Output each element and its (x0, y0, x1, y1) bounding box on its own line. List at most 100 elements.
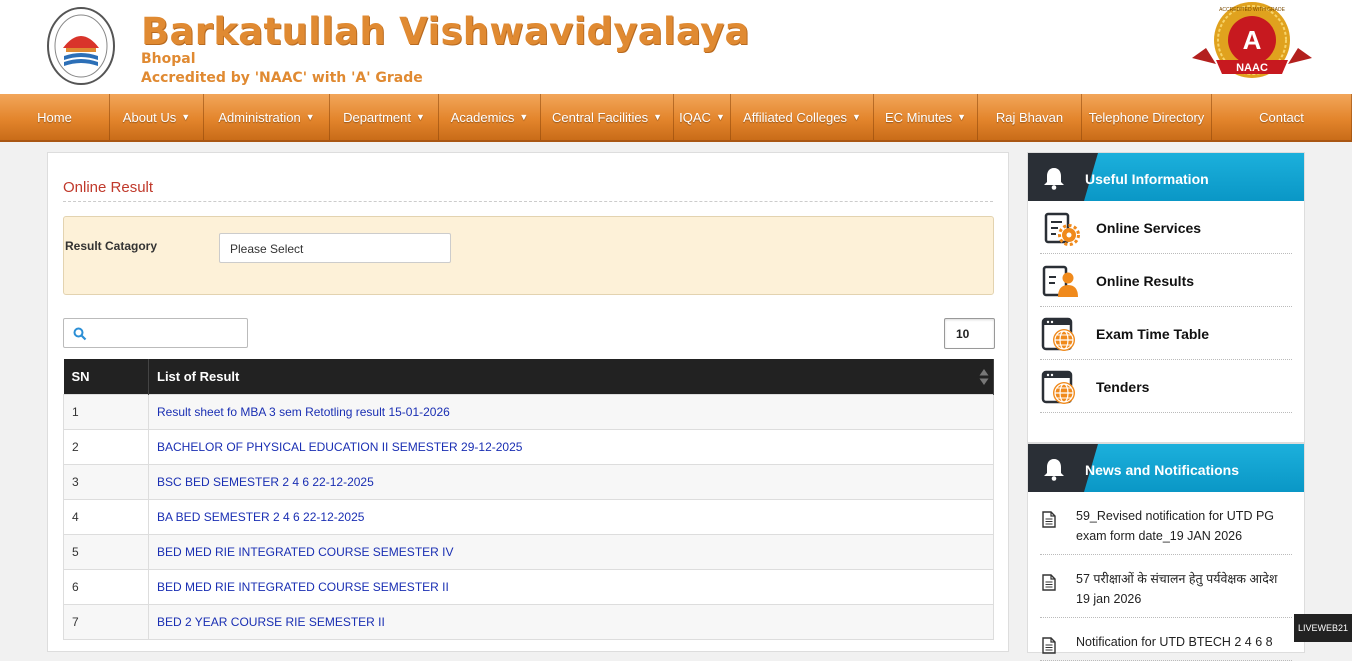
page-title: Online Result (63, 179, 154, 196)
accreditation-text: Accredited by 'NAAC' with 'A' Grade (141, 70, 423, 86)
table-row: 1 Result sheet fo MBA 3 sem Retotling res… (63, 393, 994, 430)
table-header-row: SN List of Result (63, 359, 994, 394)
bell-icon (1044, 168, 1064, 190)
liveweb-badge: LIVEWEB21 (1294, 614, 1352, 642)
online-result-panel: Online Result Result Catagory Please Sel… (47, 152, 1009, 652)
news-item[interactable]: 57 परीक्षाओं के संचालन हेतु पर्यवेक्षक आ… (1040, 555, 1292, 618)
chevron-down-icon: ▼ (519, 112, 529, 122)
news-list: 59_Revised notification for UTD PG exam … (1028, 492, 1304, 661)
result-link[interactable]: BED MED RIE INTEGRATED COURSE SEMESTER I… (157, 580, 449, 594)
result-link[interactable]: BSC BED SEMESTER 2 4 6 22-12-2025 (157, 475, 374, 489)
search-input[interactable] (63, 318, 248, 348)
naac-grade-badge: A NAAC ACCREDITED WITH GRADE (1192, 2, 1312, 78)
nav-item-ec-minutes[interactable]: EC Minutes ▼ (874, 94, 978, 140)
search-icon (73, 327, 87, 341)
sidebar-item-tenders[interactable]: Tenders (1040, 360, 1292, 413)
row-sn: 2 (63, 428, 149, 465)
useful-information-list: Online Services Online Results Exam Time T… (1028, 201, 1304, 413)
table-row: 4 BA BED SEMESTER 2 4 6 22-12-2025 (63, 498, 994, 535)
chevron-down-icon: ▼ (715, 112, 725, 122)
nav-item-label: Telephone Directory (1088, 109, 1205, 125)
result-link[interactable]: Result sheet fo MBA 3 sem Retotling resu… (157, 405, 450, 419)
row-sn: 4 (63, 498, 149, 535)
nav-item-label: EC Minutes (884, 109, 953, 125)
results-person-icon (1040, 264, 1080, 300)
table-row: 7 BED 2 YEAR COURSE RIE SEMESTER II (63, 603, 994, 640)
chevron-down-icon: ▼ (181, 112, 191, 122)
nav-item-central-facilities[interactable]: Central Facilities ▼ (541, 94, 674, 140)
row-sn: 5 (63, 533, 149, 570)
sort-icon[interactable] (979, 368, 989, 386)
site-city: Bhopal (141, 51, 196, 67)
site-title: Barkatullah Vishwavidyalaya (141, 10, 750, 53)
nav-item-telephone-directory[interactable]: Telephone Directory (1082, 94, 1212, 140)
row-title-cell: BACHELOR OF PHYSICAL EDUCATION II SEMEST… (148, 428, 994, 465)
title-divider (63, 201, 993, 202)
news-panel: News and Notifications 59_Revised notifi… (1027, 443, 1305, 661)
nav-item-raj-bhavan[interactable]: Raj Bhavan (978, 94, 1082, 140)
nav-item-about-us[interactable]: About Us ▼ (110, 94, 204, 140)
news-item[interactable]: Notification for UTD BTECH 2 4 6 8 (1040, 618, 1292, 661)
results-table: SN List of Result 1 Result sheet fo MBA 3… (63, 359, 994, 640)
nav-item-label: Administration (218, 109, 301, 125)
news-title: News and Notifications (1085, 462, 1240, 478)
sidebar-item-online-services[interactable]: Online Services (1040, 201, 1292, 254)
news-item-text: 59_Revised notification for UTD PG exam … (1076, 509, 1275, 543)
sidebar-item-label: Online Results (1096, 273, 1195, 289)
site-header: Barkatullah Vishwavidyalaya Bhopal Accre… (0, 0, 1352, 94)
page-size-select[interactable]: 10 (944, 318, 995, 349)
row-title-cell: BED MED RIE INTEGRATED COURSE SEMESTER I… (148, 568, 994, 605)
main-navigation: Home About Us ▼ Administration ▼ Department ▼ A… (0, 94, 1352, 142)
nav-item-label: Affiliated Colleges (743, 109, 847, 125)
nav-item-department[interactable]: Department ▼ (330, 94, 439, 140)
nav-item-home[interactable]: Home (0, 94, 110, 140)
nav-item-iqac[interactable]: IQAC ▼ (674, 94, 731, 140)
naac-ring-text: ACCREDITED WITH GRADE (1219, 7, 1286, 13)
nav-item-affiliated-colleges[interactable]: Affiliated Colleges ▼ (731, 94, 874, 140)
chevron-down-icon: ▼ (416, 112, 425, 122)
naac-label: NAAC (1236, 62, 1268, 74)
row-sn: 1 (63, 393, 149, 430)
nav-item-academics[interactable]: Academics ▼ (439, 94, 541, 140)
row-title-cell: BSC BED SEMESTER 2 4 6 22-12-2025 (148, 463, 994, 500)
sidebar-item-online-results[interactable]: Online Results (1040, 254, 1292, 307)
chevron-down-icon: ▼ (305, 112, 315, 122)
sidebar-item-label: Online Services (1096, 220, 1202, 236)
column-header-sn[interactable]: SN (63, 359, 149, 394)
naac-grade-letter: A (1243, 25, 1262, 55)
nav-item-administration[interactable]: Administration ▼ (204, 94, 330, 140)
nav-item-contact[interactable]: Contact (1212, 94, 1352, 140)
useful-information-panel: Useful Information Online Services Online… (1027, 152, 1305, 443)
nav-item-label: Central Facilities (551, 109, 649, 125)
document-icon (1042, 637, 1056, 654)
result-link[interactable]: BA BED SEMESTER 2 4 6 22-12-2025 (157, 510, 364, 524)
row-title-cell: Result sheet fo MBA 3 sem Retotling resu… (148, 393, 994, 430)
useful-information-title: Useful Information (1085, 171, 1209, 187)
nav-item-label: About Us (122, 109, 177, 125)
chevron-down-icon: ▼ (957, 112, 967, 122)
news-item[interactable]: 59_Revised notification for UTD PG exam … (1040, 492, 1292, 555)
table-row: 2 BACHELOR OF PHYSICAL EDUCATION II SEMES… (63, 428, 994, 465)
useful-information-header: Useful Information (1028, 153, 1304, 201)
bell-icon (1044, 459, 1064, 481)
services-gear-icon (1040, 211, 1080, 247)
university-logo[interactable] (46, 6, 116, 86)
row-title-cell: BED MED RIE INTEGRATED COURSE SEMESTER I… (148, 533, 994, 570)
row-sn: 7 (63, 603, 149, 640)
result-link[interactable]: BACHELOR OF PHYSICAL EDUCATION II SEMEST… (157, 440, 522, 454)
sidebar-item-exam-time-table[interactable]: Exam Time Table (1040, 307, 1292, 360)
result-filter-box: Result Catagory Please Select (63, 216, 994, 295)
result-link[interactable]: BED 2 YEAR COURSE RIE SEMESTER II (157, 615, 385, 629)
globe-doc-icon (1040, 317, 1080, 353)
result-link[interactable]: BED MED RIE INTEGRATED COURSE SEMESTER I… (157, 545, 453, 559)
column-header-list[interactable]: List of Result (148, 359, 994, 394)
row-title-cell: BA BED SEMESTER 2 4 6 22-12-2025 (148, 498, 994, 535)
sidebar-item-label: Exam Time Table (1096, 326, 1210, 342)
nav-item-label: Raj Bhavan (995, 109, 1064, 125)
nav-item-label: Home (37, 109, 72, 125)
result-category-select[interactable]: Please Select (219, 233, 451, 263)
row-sn: 6 (63, 568, 149, 605)
nav-item-label: Contact (1259, 109, 1304, 125)
table-row: 5 BED MED RIE INTEGRATED COURSE SEMESTER … (63, 533, 994, 570)
document-icon (1042, 574, 1056, 591)
